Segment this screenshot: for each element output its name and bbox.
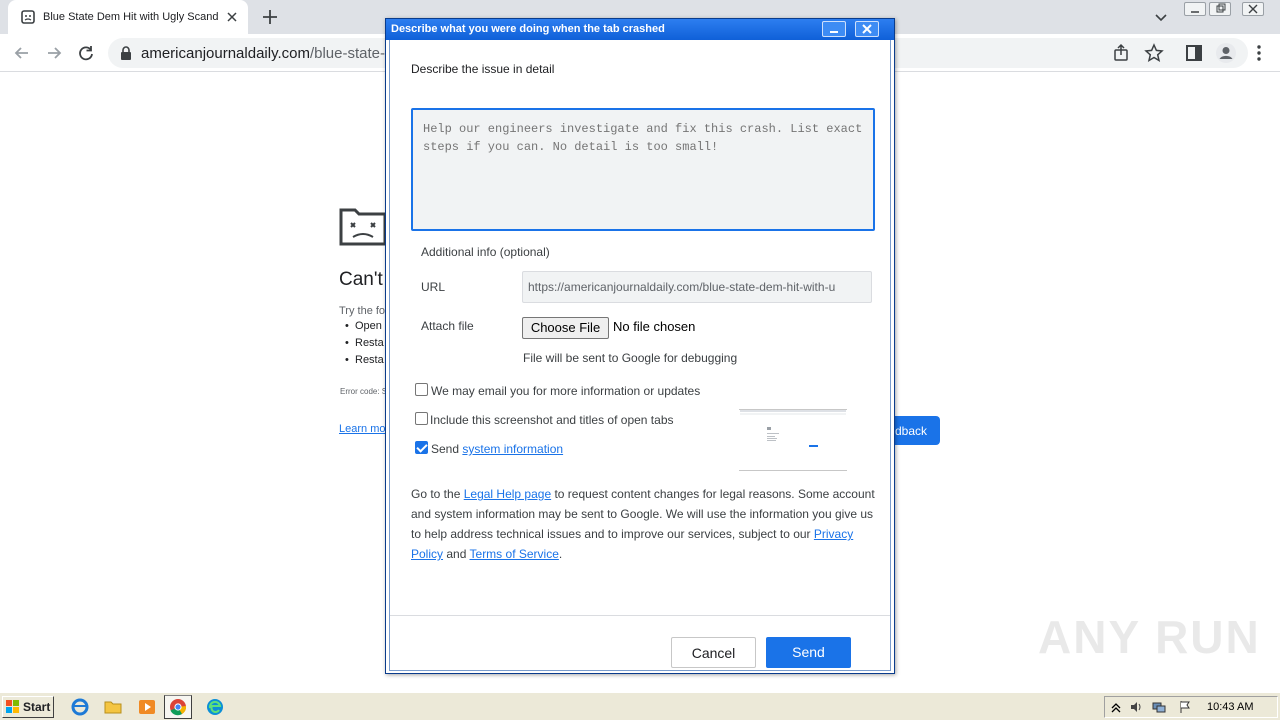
system-information-link[interactable]: system information (462, 442, 563, 456)
email-checkbox-label[interactable]: We may email you for more information or… (431, 384, 700, 398)
start-button[interactable]: Start (2, 696, 54, 718)
system-info-label: Send system information (431, 442, 563, 456)
screenshot-checkbox-label[interactable]: Include this screenshot and titles of op… (430, 413, 674, 427)
url-field[interactable]: https://americanjournaldaily.com/blue-st… (522, 271, 872, 303)
crash-error-code: Error code: S (340, 387, 388, 396)
dialog-title: Describe what you were doing when the ta… (391, 23, 665, 35)
share-icon[interactable] (1111, 42, 1133, 64)
describe-label: Describe the issue in detail (411, 62, 555, 76)
window-restore-button[interactable] (1209, 2, 1231, 16)
email-checkbox[interactable] (415, 383, 428, 396)
legal-text: Go to the Legal Help page to request con… (411, 484, 875, 564)
browser-tab[interactable]: Blue State Dem Hit with Ugly Scanda (8, 0, 248, 34)
list-item: Resta (345, 337, 384, 354)
crash-feedback-dialog: Describe what you were doing when the ta… (385, 18, 895, 674)
site-favicon-icon (21, 10, 35, 24)
screenshot-checkbox[interactable] (415, 412, 428, 425)
window-minimize-button[interactable] (1184, 2, 1206, 16)
crash-suggestions-list: Open Resta Resta (345, 320, 384, 371)
window-close-button[interactable] (1242, 2, 1264, 16)
legal-text-1: Go to the (411, 487, 461, 501)
forward-arrow-icon[interactable] (43, 42, 65, 64)
anyrun-watermark: ANY RUN (1038, 611, 1261, 663)
issue-description-textarea[interactable] (411, 108, 875, 231)
reload-icon[interactable] (75, 42, 97, 64)
url-text: americanjournaldaily.com/blue-state-dem (141, 45, 414, 62)
additional-info-label: Additional info (optional) (421, 245, 550, 259)
system-info-prefix[interactable]: Send (431, 442, 459, 456)
legal-text-4: . (558, 547, 563, 561)
choose-file-button[interactable]: Choose File (522, 317, 609, 339)
file-explorer-icon[interactable] (103, 697, 123, 717)
internet-explorer-icon[interactable] (70, 697, 90, 717)
volume-icon[interactable] (1129, 700, 1143, 714)
attach-file-label: Attach file (421, 319, 474, 333)
system-info-checkbox[interactable] (415, 441, 428, 454)
screenshot-thumbnail[interactable] (739, 409, 847, 471)
action-center-flag-icon[interactable] (1178, 700, 1192, 714)
back-arrow-icon[interactable] (11, 42, 33, 64)
profile-avatar-icon[interactable] (1215, 42, 1237, 64)
sad-tab-icon (339, 208, 387, 246)
attach-note: File will be sent to Google for debuggin… (523, 351, 738, 365)
crash-page-title: Can't (339, 269, 383, 290)
url-label: URL (421, 280, 446, 294)
media-player-icon[interactable] (137, 697, 157, 717)
list-item: Resta (345, 354, 384, 371)
lock-icon[interactable] (120, 46, 132, 60)
dialog-divider (390, 615, 890, 616)
send-button[interactable]: Send (766, 637, 851, 668)
cancel-button[interactable]: Cancel (671, 637, 756, 668)
system-tray: 10:43 AM (1104, 696, 1278, 718)
tab-search-chevron-icon[interactable] (1153, 9, 1169, 25)
start-label: Start (23, 700, 51, 714)
legal-text-3: and (446, 547, 467, 561)
taskbar-clock[interactable]: 10:43 AM (1207, 701, 1253, 713)
crash-learn-more-link[interactable]: Learn mor (339, 423, 389, 435)
chrome-icon (170, 699, 187, 716)
no-file-chosen-text: No file chosen (613, 319, 696, 334)
edge-icon[interactable] (205, 697, 225, 717)
tab-close-icon[interactable] (224, 9, 240, 25)
side-panel-icon[interactable] (1183, 42, 1205, 64)
terms-of-service-link[interactable]: Terms of Service (470, 547, 559, 561)
chrome-taskbar-button[interactable] (164, 695, 192, 719)
screenshot-preview-image (740, 410, 846, 447)
dialog-body: Describe the issue in detail Additional … (389, 40, 891, 671)
dialog-minimize-button[interactable] (822, 21, 846, 37)
crash-try-text: Try the fo (339, 305, 386, 317)
menu-kebab-icon[interactable] (1248, 42, 1270, 64)
windows-logo-icon (6, 700, 19, 713)
dialog-close-button[interactable] (855, 21, 879, 37)
tab-title: Blue State Dem Hit with Ugly Scanda (43, 11, 219, 23)
dialog-titlebar[interactable]: Describe what you were doing when the ta… (386, 19, 894, 40)
bookmark-star-icon[interactable] (1143, 42, 1165, 64)
tray-expand-icon[interactable] (1109, 700, 1123, 714)
url-host: americanjournaldaily.com (141, 45, 310, 62)
list-item: Open (345, 320, 384, 337)
network-icon[interactable] (1152, 700, 1166, 714)
windows-taskbar: Start 10:43 AM (0, 692, 1280, 720)
legal-help-link[interactable]: Legal Help page (464, 487, 551, 501)
new-tab-icon[interactable] (261, 8, 279, 26)
